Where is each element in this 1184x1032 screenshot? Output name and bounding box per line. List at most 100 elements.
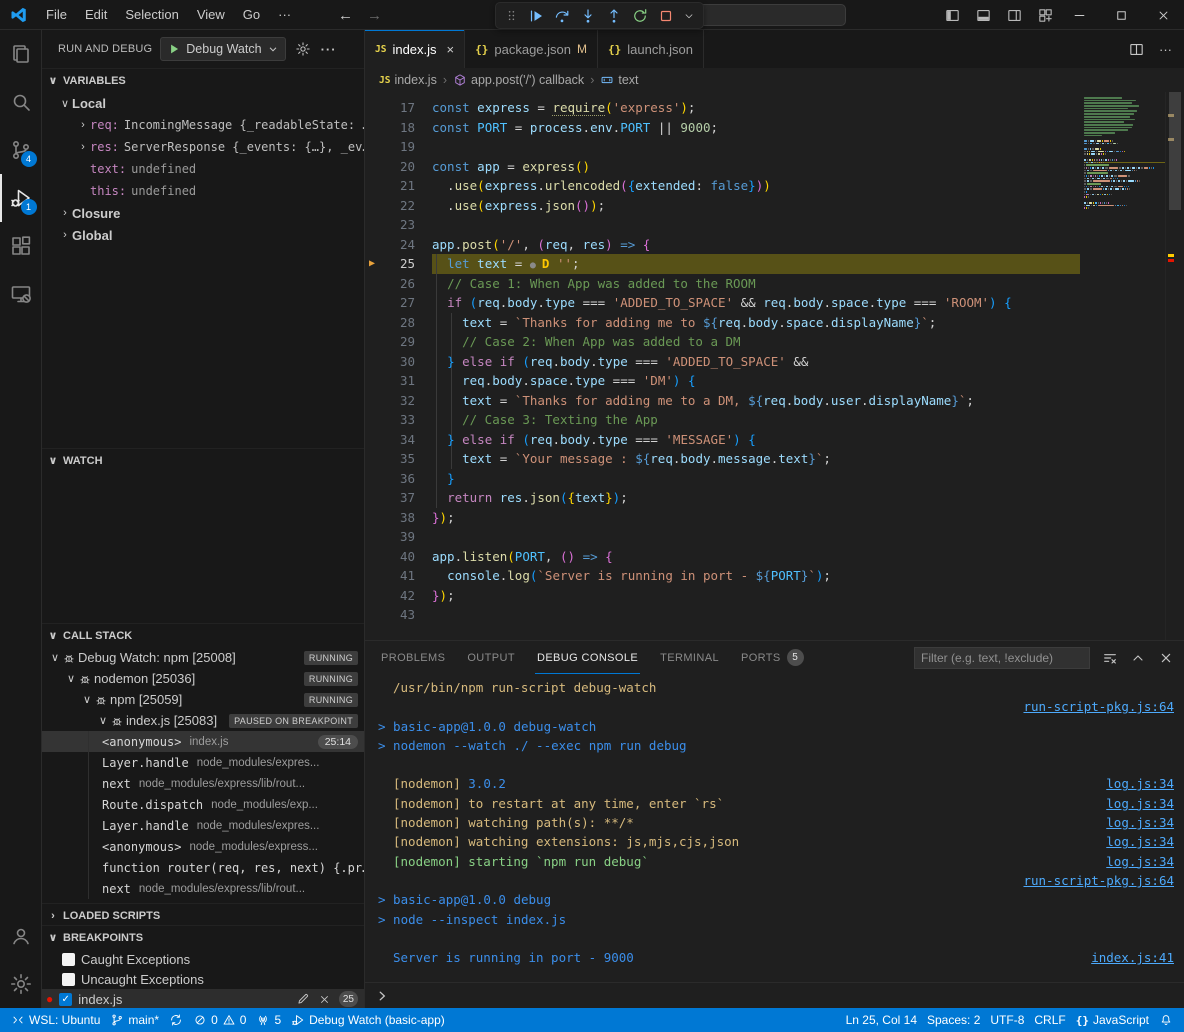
code-line[interactable]: 42});	[373, 586, 1080, 606]
activity-scm[interactable]: 4	[0, 126, 42, 174]
breakpoint-row[interactable]: ●✓index.js25	[42, 989, 364, 1008]
gear-icon[interactable]	[295, 41, 311, 57]
stack-frame-row[interactable]: <anonymous>index.js25:14	[42, 731, 364, 752]
step-into-button[interactable]	[579, 7, 597, 25]
code-line[interactable]: 24app.post('/', (req, res) => {	[373, 235, 1080, 255]
debug-status[interactable]: Debug Watch (basic-app)	[286, 1009, 450, 1031]
line-number[interactable]: 29	[373, 332, 415, 352]
tab-launch-json[interactable]: {}launch.json	[598, 30, 704, 68]
line-number[interactable]: 33	[373, 410, 415, 430]
tab-package-json[interactable]: {}package.jsonM	[465, 30, 598, 68]
code-line[interactable]: 21 .use(express.urlencoded({extended: fa…	[373, 176, 1080, 196]
breakpoint-checkbox[interactable]: ✓	[59, 993, 72, 1006]
breakpoint-row[interactable]: Uncaught Exceptions	[42, 969, 364, 989]
menu-edit[interactable]: Edit	[76, 0, 116, 30]
language-mode[interactable]: {}JavaScript	[1071, 1009, 1154, 1031]
breadcrumb-item[interactable]: index.js	[394, 73, 436, 87]
activity-search[interactable]	[0, 78, 42, 126]
debug-session-row[interactable]: ∨Debug Watch: npm [25008]RUNNING	[42, 647, 364, 668]
breakpoint-checkbox[interactable]	[62, 953, 75, 966]
toggle-secondary-sidebar-icon[interactable]	[1006, 7, 1023, 24]
debug-config-picker[interactable]: Debug Watch	[160, 37, 285, 61]
line-number[interactable]: 40	[373, 547, 415, 567]
code-line[interactable]: 18const PORT = process.env.PORT || 9000;	[373, 118, 1080, 138]
menu-more[interactable]: ···	[269, 0, 300, 30]
source-link[interactable]: log.js:34	[1106, 832, 1176, 851]
source-link[interactable]: log.js:34	[1106, 852, 1176, 871]
more-editor-actions-icon[interactable]: ···	[1159, 42, 1172, 57]
code-line[interactable]: 23	[373, 215, 1080, 235]
code-line[interactable]: 35 text = `Your message : ${req.body.mes…	[373, 449, 1080, 469]
toggle-panel-icon[interactable]	[975, 7, 992, 24]
code-line[interactable]: 36 }	[373, 469, 1080, 489]
line-number[interactable]: 34	[373, 430, 415, 450]
line-number[interactable]: 42	[373, 586, 415, 606]
line-number[interactable]: 17	[373, 98, 415, 118]
code-line[interactable]: 41 console.log(`Server is running in por…	[373, 566, 1080, 586]
minimize-button[interactable]	[1058, 0, 1100, 30]
code-line[interactable]: 31 req.body.space.type === 'DM') {	[373, 371, 1080, 391]
close-tab-icon[interactable]: ×	[447, 42, 455, 57]
nav-forward-button[interactable]: →	[367, 7, 382, 24]
line-number[interactable]: 23	[373, 215, 415, 235]
remove-breakpoint-icon[interactable]	[318, 993, 331, 1006]
activity-files[interactable]	[0, 30, 42, 78]
breakpoint-row[interactable]: Caught Exceptions	[42, 949, 364, 969]
source-link[interactable]: log.js:34	[1106, 794, 1176, 813]
tab-index-js[interactable]: JSindex.js×	[365, 30, 465, 68]
line-number[interactable]: 43	[373, 605, 415, 625]
variable-row[interactable]: this:undefined	[42, 180, 364, 202]
toolbar-grip[interactable]	[504, 8, 519, 23]
sync-changes[interactable]	[164, 1009, 188, 1031]
menu-selection[interactable]: Selection	[116, 0, 187, 30]
code-line[interactable]: 39	[373, 527, 1080, 547]
continue-button[interactable]	[527, 7, 545, 25]
remote-indicator[interactable]: WSL: Ubuntu	[6, 1009, 105, 1031]
variable-scope[interactable]: ∨Local	[42, 92, 364, 114]
stack-frame-row[interactable]: Layer.handlenode_modules/expres...	[42, 815, 364, 836]
loaded-scripts-header[interactable]: ›LOADED SCRIPTS	[42, 904, 364, 925]
code-line[interactable]: 28 text = `Thanks for adding me to ${req…	[373, 313, 1080, 333]
code-line[interactable]: 40app.listen(PORT, () => {	[373, 547, 1080, 567]
code-line[interactable]: 29 // Case 2: When App was added to a DM	[373, 332, 1080, 352]
editor-scrollbar[interactable]	[1165, 92, 1184, 640]
debug-session-row[interactable]: ∨index.js [25083]PAUSED ON BREAKPOINT	[42, 710, 364, 731]
code-line[interactable]: 22 .use(express.json());	[373, 196, 1080, 216]
variables-header[interactable]: ∨VARIABLES	[42, 69, 364, 92]
panel-tab-ports[interactable]: PORTS5	[739, 641, 806, 674]
step-out-button[interactable]	[605, 7, 623, 25]
step-over-button[interactable]	[553, 7, 571, 25]
source-link[interactable]: log.js:34	[1106, 813, 1176, 832]
line-number[interactable]: 39	[373, 527, 415, 547]
clear-console-icon[interactable]	[1102, 650, 1118, 666]
activity-gear[interactable]	[0, 960, 42, 1008]
debug-more-icon[interactable]	[683, 10, 695, 22]
more-actions-icon[interactable]: ···	[321, 42, 337, 57]
breakpoint-checkbox[interactable]	[62, 973, 75, 986]
problems[interactable]: 00	[188, 1009, 251, 1031]
git-branch[interactable]: main*	[105, 1009, 164, 1031]
code-line[interactable]: 26 // Case 1: When App was added to the …	[373, 274, 1080, 294]
code-line[interactable]: 27 if (req.body.type === 'ADDED_TO_SPACE…	[373, 293, 1080, 313]
debug-console-input[interactable]	[365, 982, 1184, 1008]
line-number[interactable]: 18	[373, 118, 415, 138]
code-line[interactable]: 19	[373, 137, 1080, 157]
activity-debug[interactable]: 1	[0, 174, 42, 222]
breadcrumb-item[interactable]: text	[618, 73, 638, 87]
menu-go[interactable]: Go	[234, 0, 269, 30]
forwarded-ports[interactable]: 5	[251, 1009, 286, 1031]
panel-tab-terminal[interactable]: TERMINAL	[658, 641, 721, 674]
line-number[interactable]: 35	[373, 449, 415, 469]
line-number[interactable]: 32	[373, 391, 415, 411]
code-line[interactable]: 37 return res.json({text});	[373, 488, 1080, 508]
variable-scope[interactable]: ›Global	[42, 224, 364, 246]
source-link[interactable]: log.js:34	[1106, 774, 1176, 793]
activity-remote-explorer[interactable]	[0, 270, 42, 318]
close-window-button[interactable]	[1142, 0, 1184, 30]
line-number[interactable]: 20	[373, 157, 415, 177]
stop-button[interactable]	[657, 7, 675, 25]
line-number[interactable]: 38	[373, 508, 415, 528]
line-number[interactable]: 31	[373, 371, 415, 391]
encoding[interactable]: UTF-8	[985, 1009, 1029, 1031]
stack-frame-row[interactable]: Route.dispatchnode_modules/exp...	[42, 794, 364, 815]
